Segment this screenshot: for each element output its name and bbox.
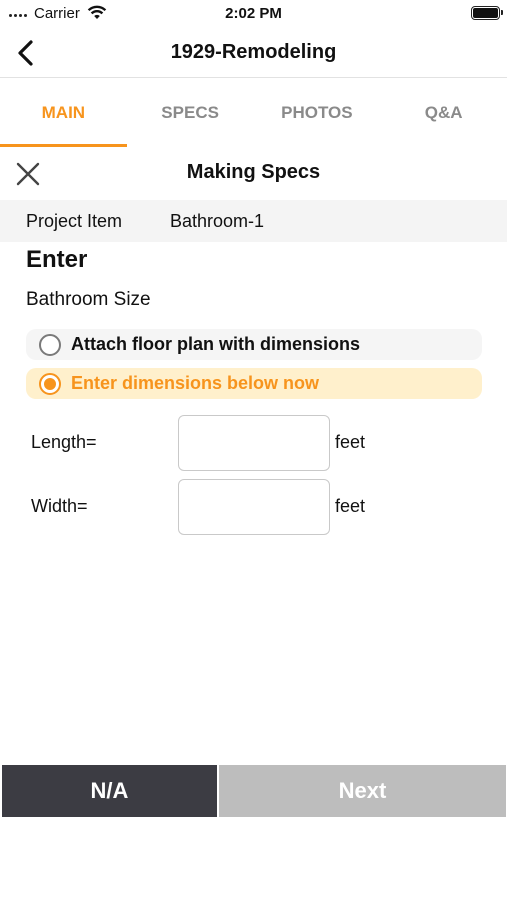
length-label: Length=: [31, 432, 97, 452]
modal-title: Making Specs: [186, 161, 321, 183]
na-button[interactable]: N/A: [2, 765, 217, 817]
section-heading: Enter: [26, 246, 88, 273]
tab-specs[interactable]: SPECS: [127, 79, 254, 147]
option-label: Enter dimensions below now: [71, 373, 320, 393]
tab-photos[interactable]: PHOTOS: [254, 79, 381, 147]
width-label: Width=: [31, 496, 88, 516]
battery-icon: [471, 6, 503, 20]
radio-unselected-icon[interactable]: [39, 333, 61, 356]
tab-bar: MAIN SPECS PHOTOS Q&A: [0, 79, 507, 147]
navigation-bar: 1929-Remodeling: [0, 28, 507, 78]
option-attach-floor-plan[interactable]: Attach floor plan with dimensions: [26, 329, 482, 360]
option-enter-dimensions[interactable]: Enter dimensions below now: [26, 368, 482, 399]
tab-qa[interactable]: Q&A: [380, 79, 507, 147]
page-title: 1929-Remodeling: [170, 41, 337, 63]
question-label: Bathroom Size: [26, 289, 151, 310]
next-button[interactable]: Next: [219, 765, 506, 817]
project-item-row: Project Item Bathroom-1: [0, 200, 507, 242]
clock: 2:02 PM: [225, 5, 282, 22]
width-unit: feet: [335, 496, 366, 516]
width-input[interactable]: [178, 479, 330, 535]
tab-main[interactable]: MAIN: [0, 79, 127, 147]
modal-header: Making Specs: [0, 150, 507, 198]
project-item-value: Bathroom-1: [170, 210, 265, 231]
length-unit: feet: [335, 432, 366, 452]
length-input[interactable]: [178, 415, 330, 471]
option-label: Attach floor plan with dimensions: [71, 334, 361, 354]
status-bar: Carrier 2:02 PM: [0, 0, 507, 28]
radio-selected-icon[interactable]: [39, 372, 61, 395]
project-item-label: Project Item: [26, 210, 123, 231]
